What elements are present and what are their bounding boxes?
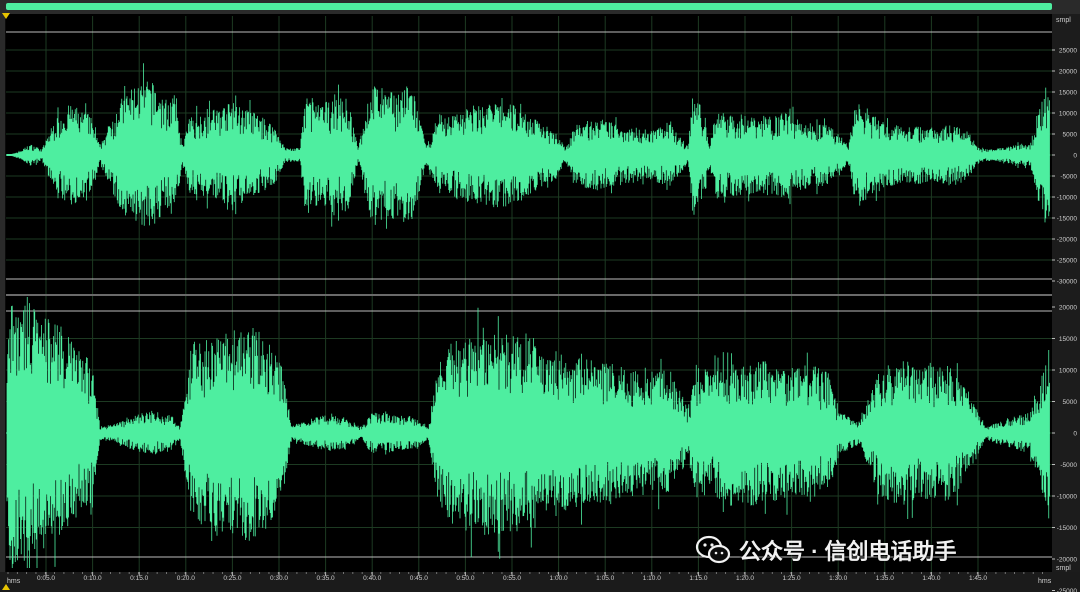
ruler-tick-label: 0 [1073,431,1077,438]
ruler-tick-label: 5000 [1063,132,1078,139]
time-tick-label: 1:05.0 [596,575,614,582]
time-tick-label: 0:10.0 [84,575,102,582]
time-tick-label: 1:15.0 [689,575,707,582]
time-unit-right: hms [1038,578,1052,585]
ruler-tick-label: 0 [1073,153,1077,160]
watermark: 公众号 · 信创电话助手 [695,534,957,566]
ruler-tick-label: 10000 [1059,368,1077,375]
ruler-tick-label: -25000 [1057,258,1078,265]
time-tick-label: 0:50.0 [456,575,474,582]
ruler-tick-label: -20000 [1057,557,1078,564]
ruler-tick-label: -15000 [1057,216,1078,223]
time-tick-label: 0:25.0 [223,575,241,582]
wechat-icon [695,535,731,564]
ruler-tick-label: -5000 [1060,462,1077,469]
watermark-text: 公众号 · 信创电话助手 [739,539,957,564]
time-tick-label: 1:00.0 [550,575,568,582]
time-tick-label: 0:20.0 [177,575,195,582]
time-tick-label: 1:30.0 [829,575,847,582]
ruler-tick-label: 25000 [1059,48,1077,55]
ruler-unit-top: smpl [1056,17,1071,24]
time-tick-label: 1:35.0 [876,575,894,582]
time-tick-label: 1:25.0 [783,575,801,582]
amplitude-ruler-labels: smpl smpl 25000 20000 15000 10000 5000 0 -5000… [1052,17,1077,592]
ruler-tick-label: -10000 [1057,195,1078,202]
waveform-display[interactable]: smpl smpl 25000 20000 15000 10000 5000 0 -5000… [0,0,1080,592]
ruler-tick-label: -20000 [1057,237,1078,244]
ruler-tick-label: 15000 [1059,336,1077,343]
ruler-tick-label: 5000 [1063,399,1078,406]
ruler-tick-label: -25000 [1057,588,1078,592]
time-tick-label: 0:55.0 [503,575,521,582]
time-tick-label: 1:10.0 [643,575,661,582]
ruler-tick-label: -15000 [1057,525,1078,532]
time-tick-label: 0:30.0 [270,575,288,582]
ruler-tick-label: -30000 [1057,279,1078,286]
time-ruler-labels: hms hms 0:05.0 0:10.0 0:15.0 0:20.0 0:25.0 0:… [7,572,1052,585]
time-tick-label: 0:40.0 [363,575,381,582]
time-tick-label: 1:20.0 [736,575,754,582]
ruler-tick-label: 10000 [1059,111,1077,118]
time-tick-label: 0:45.0 [410,575,428,582]
time-tick-label: 1:45.0 [969,575,987,582]
ruler-unit-bottom: smpl [1056,565,1071,572]
time-tick-label: 0:35.0 [317,575,335,582]
ruler-tick-label: 20000 [1059,305,1077,312]
end-marker-icon[interactable] [2,584,10,590]
ruler-tick-label: -5000 [1060,174,1077,181]
time-tick-label: 1:40.0 [922,575,940,582]
ruler-tick-label: 15000 [1059,90,1077,97]
time-tick-label: 0:15.0 [130,575,148,582]
ruler-tick-label: 20000 [1059,69,1077,76]
start-marker-icon[interactable] [2,13,10,19]
ruler-tick-label: -10000 [1057,494,1078,501]
time-tick-label: 0:05.0 [37,575,55,582]
